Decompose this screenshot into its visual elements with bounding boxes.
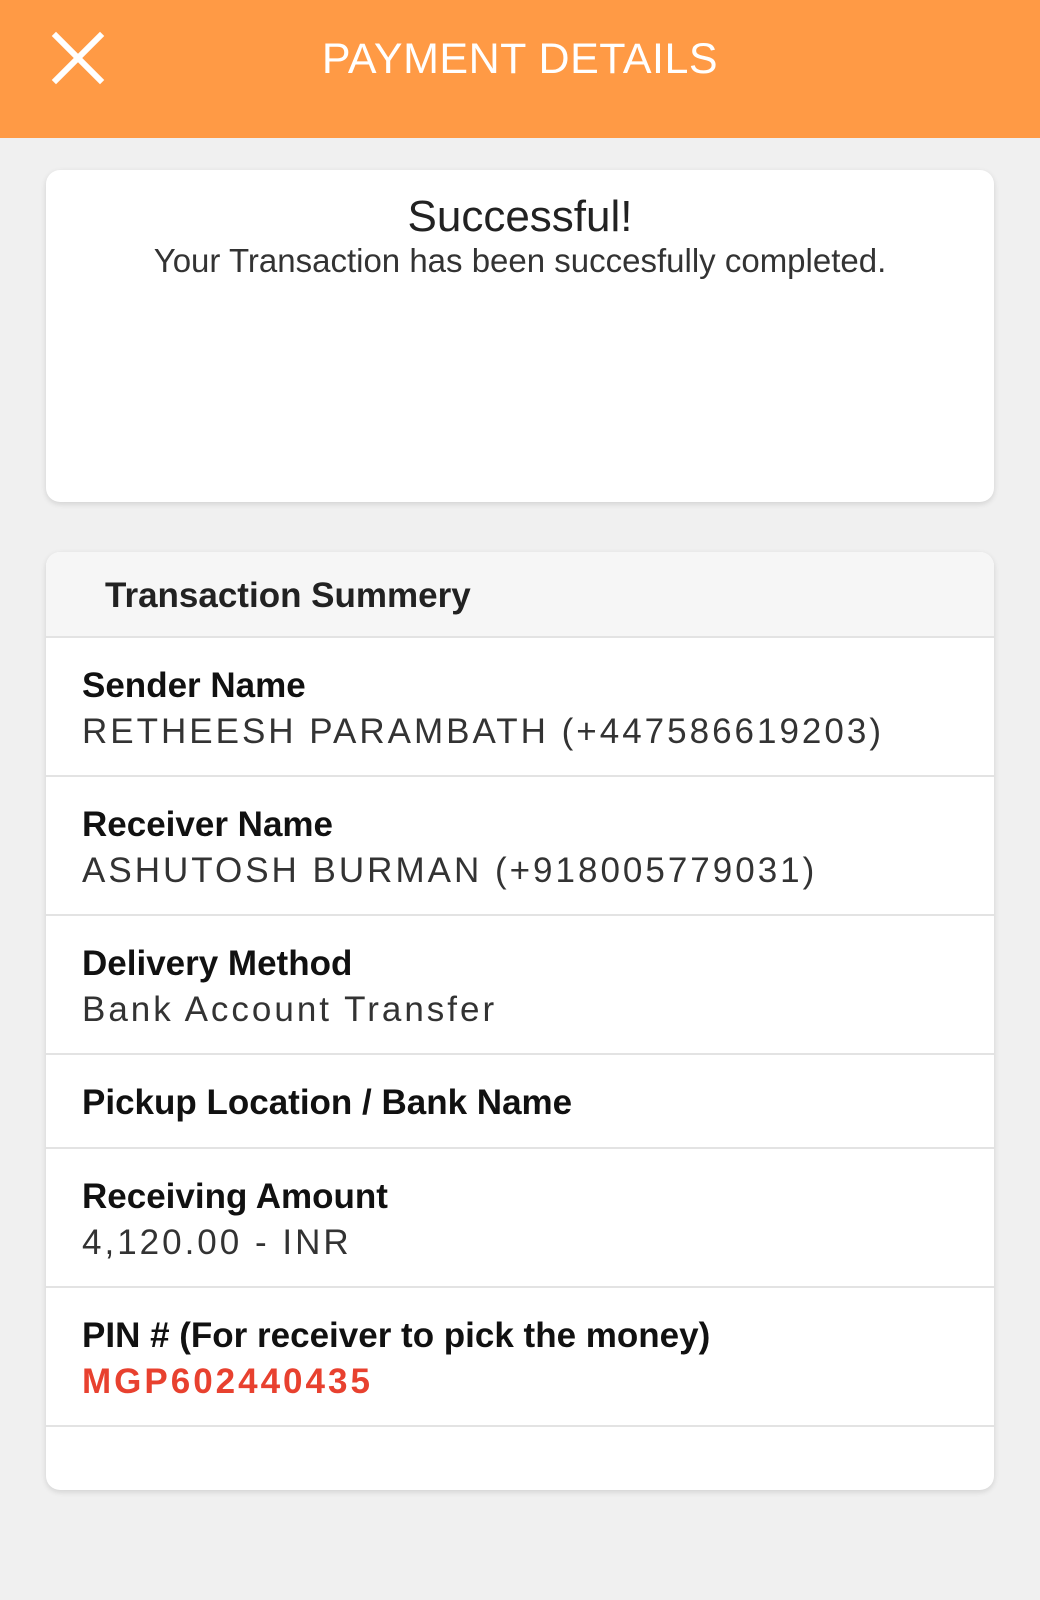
success-message: Your Transaction has been succesfully co…: [153, 242, 887, 279]
pin-value: MGP602440435: [82, 1362, 373, 1401]
delivery-method-row: Delivery Method Bank Account Transfer: [46, 916, 994, 1055]
receiver-name-row: Receiver Name ASHUTOSH BURMAN (+91800577…: [46, 777, 994, 916]
receiver-name-value: ASHUTOSH BURMAN (+918005779031): [82, 851, 818, 890]
success-card: Successful! Your Transaction has been su…: [46, 170, 994, 502]
delivery-method-label: Delivery Method: [82, 944, 353, 983]
delivery-method-value: Bank Account Transfer: [82, 990, 498, 1029]
sender-name-label: Sender Name: [82, 666, 306, 705]
pin-label: PIN # (For receiver to pick the money): [82, 1316, 711, 1355]
sender-name-row: Sender Name RETHEESH PARAMBATH (+4475866…: [46, 638, 994, 777]
pin-row: PIN # (For receiver to pick the money) M…: [46, 1288, 994, 1427]
summary-header: Transaction Summery: [46, 552, 994, 638]
page-title: PAYMENT DETAILS: [321, 35, 719, 83]
summary-title: Transaction Summery: [105, 576, 471, 615]
app-header: PAYMENT DETAILS: [0, 0, 1040, 138]
transaction-summary-card: Transaction Summery Sender Name RETHEESH…: [46, 552, 994, 1490]
pickup-location-row: Pickup Location / Bank Name: [46, 1055, 994, 1149]
pickup-location-label: Pickup Location / Bank Name: [82, 1083, 573, 1122]
receiving-amount-label: Receiving Amount: [82, 1177, 388, 1216]
receiving-amount-row: Receiving Amount 4,120.00 - INR: [46, 1149, 994, 1288]
receiving-amount-value: 4,120.00 - INR: [82, 1223, 352, 1262]
success-title: Successful!: [407, 192, 633, 241]
sender-name-value: RETHEESH PARAMBATH (+447586619203): [82, 712, 884, 751]
receiver-name-label: Receiver Name: [82, 805, 333, 844]
